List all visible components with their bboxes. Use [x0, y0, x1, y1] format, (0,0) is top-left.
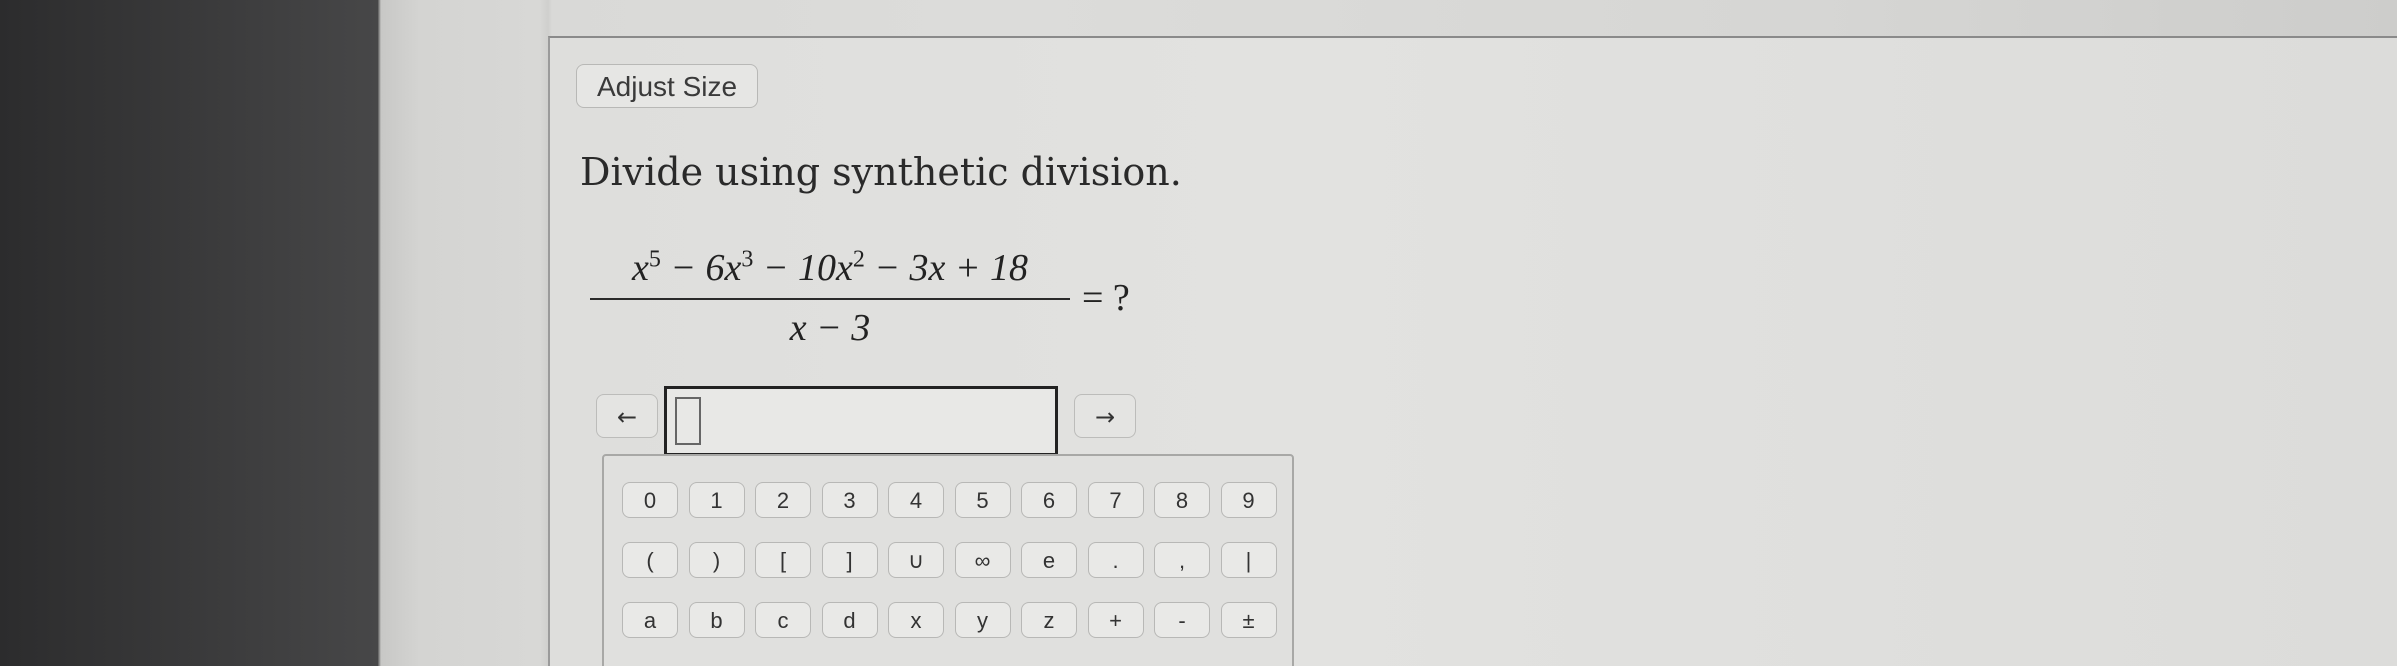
key-row1-0[interactable]: 0	[622, 482, 678, 518]
key-row3-3[interactable]: d	[821, 602, 878, 638]
num-term-4: − 3x + 18	[864, 247, 1029, 289]
arrow-right-icon: →	[1094, 403, 1116, 431]
answer-input[interactable]	[664, 386, 1058, 456]
fraction-numerator: x5 − 6x3 − 10x2 − 3x + 18	[590, 246, 1070, 290]
input-cursor-placeholder	[675, 397, 701, 445]
key-row3-2[interactable]: c	[755, 602, 811, 638]
question-instruction: Divide using synthetic division.	[580, 150, 1182, 194]
num-exp-1: 5	[648, 246, 661, 273]
key-row2-8[interactable]: ,	[1154, 542, 1210, 578]
key-row2-3[interactable]: ]	[821, 542, 878, 578]
fraction-bar	[590, 298, 1070, 300]
key-row2-2[interactable]: [	[755, 542, 811, 578]
key-row2-0[interactable]: (	[622, 542, 678, 578]
key-row2-9[interactable]: |	[1220, 542, 1277, 578]
key-row3-1[interactable]: b	[688, 602, 745, 638]
key-row2-4[interactable]: ∪	[888, 542, 944, 578]
arrow-left-icon: ←	[616, 403, 638, 431]
cursor-left-button[interactable]: ←	[596, 394, 658, 438]
key-row3-8[interactable]: -	[1154, 602, 1210, 638]
key-row1-7[interactable]: 7	[1087, 482, 1144, 518]
equals-question-mark: = ?	[1082, 277, 1130, 319]
key-row2-1[interactable]: )	[688, 542, 745, 578]
key-row3-6[interactable]: z	[1021, 602, 1077, 638]
math-keypad: 0123456789 () [] ∪ ∞ e., | a b c d x y z + - ±	[602, 454, 1294, 666]
key-row3-7[interactable]: +	[1087, 602, 1144, 638]
screen: Adjust Size Divide using synthetic divis…	[0, 0, 2397, 666]
fraction-denominator: x − 3	[789, 307, 871, 349]
key-row1-3[interactable]: 3	[821, 482, 878, 518]
num-term-1: x	[631, 247, 649, 289]
monitor-bezel	[0, 0, 378, 666]
key-row1-8[interactable]: 8	[1154, 482, 1210, 518]
key-row2-6[interactable]: e	[1021, 542, 1077, 578]
num-exp-3: 2	[852, 246, 865, 273]
key-row1-5[interactable]: 5	[954, 482, 1011, 518]
num-term-3: − 10x	[753, 247, 853, 289]
key-row3-0[interactable]: a	[622, 602, 678, 638]
key-row1-1[interactable]: 1	[688, 482, 745, 518]
key-row1-9[interactable]: 9	[1220, 482, 1277, 518]
key-row3-4[interactable]: x	[888, 602, 944, 638]
key-row3-9[interactable]: ±	[1220, 602, 1277, 638]
key-row3-5[interactable]: y	[954, 602, 1011, 638]
num-exp-2: 3	[741, 246, 754, 273]
key-row2-7[interactable]: .	[1087, 542, 1144, 578]
key-row1-2[interactable]: 2	[755, 482, 811, 518]
key-row1-6[interactable]: 6	[1021, 482, 1077, 518]
key-row1-4[interactable]: 4	[888, 482, 944, 518]
num-term-2: − 6x	[660, 247, 742, 289]
cursor-right-button[interactable]: →	[1074, 394, 1136, 438]
adjust-size-button[interactable]: Adjust Size	[576, 64, 759, 108]
key-row2-5[interactable]: ∞	[954, 542, 1011, 578]
